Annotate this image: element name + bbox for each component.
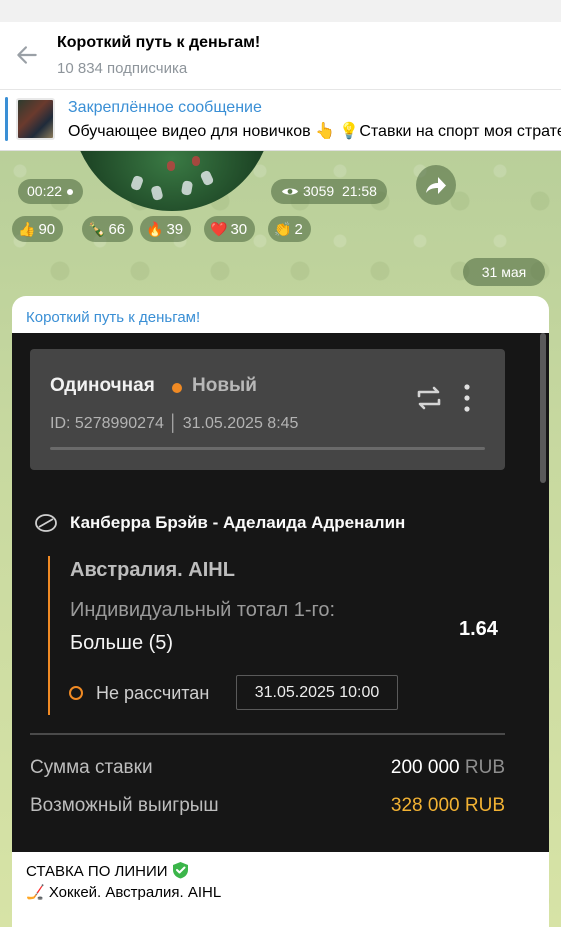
chat-area[interactable]: 00:22 3059 21:58 👍 90 🍾 66 🔥 39 ❤️ 30 👏 2 31 … bbox=[0, 151, 561, 927]
bet-outcome: Больше (5) bbox=[70, 632, 174, 654]
pinned-text: Обучающее видео для новичков 👆 💡Ставки н… bbox=[68, 123, 561, 140]
pinned-thumbnail bbox=[16, 98, 55, 140]
caption-line-2: 🏒 Хоккей. Австралия. AIHL bbox=[26, 884, 222, 901]
view-count: 3059 bbox=[303, 183, 335, 199]
hockey-puck-icon bbox=[35, 514, 57, 532]
post-author[interactable]: Короткий путь к деньгам! bbox=[26, 309, 200, 326]
reaction-heart[interactable]: ❤️ 30 bbox=[204, 216, 256, 242]
arrow-left-icon[interactable] bbox=[14, 42, 40, 68]
settle-time: 31.05.2025 10:00 bbox=[236, 675, 398, 710]
win-label: Возможный выигрыш bbox=[30, 795, 219, 816]
market-name: Индивидуальный тотал 1-го: bbox=[70, 599, 336, 621]
round-video-message[interactable] bbox=[72, 151, 272, 211]
win-amount: 328 000 RUB bbox=[390, 795, 505, 816]
window-top-strip bbox=[0, 0, 561, 22]
status-dot-icon bbox=[172, 383, 182, 393]
reaction-fire[interactable]: 🔥 39 bbox=[140, 216, 192, 242]
bet-header-card: Одиночная Новый ID: 5278990274 │ 31.05.2… bbox=[30, 349, 505, 470]
message-time: 21:58 bbox=[341, 183, 377, 199]
chat-header: Короткий путь к деньгам! 10 834 подписчи… bbox=[0, 22, 561, 90]
video-duration-badge: 00:22 bbox=[18, 179, 84, 204]
stake-label: Сумма ставки bbox=[30, 757, 153, 778]
pinned-message-bar[interactable]: Закреплённое сообщение Обучающее видео д… bbox=[0, 90, 561, 151]
bet-id: ID: 5278990274 │ 31.05.2025 8:45 bbox=[50, 415, 299, 432]
reaction-champagne[interactable]: 🍾 66 bbox=[82, 216, 134, 242]
repeat-icon bbox=[417, 386, 441, 410]
caption-text-1: СТАВКА ПО ЛИНИИ bbox=[26, 863, 168, 880]
eye-icon bbox=[282, 188, 298, 195]
channel-post[interactable]: Короткий путь к деньгам! Одиночная Новый… bbox=[12, 296, 549, 927]
reaction-thumbs-up[interactable]: 👍 90 bbox=[12, 216, 64, 242]
pinned-label: Закреплённое сообщение bbox=[68, 99, 262, 116]
stake-value: 200 000 RUB bbox=[391, 757, 505, 779]
share-button[interactable] bbox=[416, 165, 456, 205]
settle-status: Не рассчитан bbox=[96, 683, 210, 703]
screenshot-scrollbar bbox=[540, 333, 546, 483]
kebab-menu-icon bbox=[464, 384, 470, 412]
subscriber-count: 10 834 подписчика bbox=[57, 60, 188, 77]
video-duration: 00:22 bbox=[27, 183, 63, 199]
unread-dot-icon bbox=[67, 189, 74, 195]
stake-currency: RUB bbox=[464, 757, 505, 778]
views-time-badge: 3059 21:58 bbox=[271, 179, 387, 204]
stake-amount: 200 000 bbox=[390, 757, 460, 778]
caption-line-1: СТАВКА ПО ЛИНИИ bbox=[26, 861, 189, 880]
match-name: Канберра Брэйв - Аделаида Адреналин bbox=[70, 513, 406, 532]
channel-title[interactable]: Короткий путь к деньгам! bbox=[57, 34, 260, 52]
pinned-indicator bbox=[5, 97, 8, 141]
share-arrow-icon bbox=[426, 177, 446, 194]
bet-odds: 1.64 bbox=[459, 618, 498, 640]
bet-status: Новый bbox=[192, 375, 257, 396]
selection-bar bbox=[48, 556, 50, 715]
date-divider: 31 мая bbox=[463, 258, 545, 286]
divider bbox=[30, 733, 505, 735]
shield-check-icon bbox=[172, 862, 188, 879]
pending-circle-icon bbox=[69, 686, 83, 700]
reaction-clap[interactable]: 👏 2 bbox=[268, 216, 311, 242]
bet-screenshot[interactable]: Одиночная Новый ID: 5278990274 │ 31.05.2… bbox=[12, 333, 549, 852]
card-progress-line bbox=[50, 447, 485, 450]
league-name: Австралия. AIHL bbox=[70, 559, 235, 581]
bet-type: Одиночная bbox=[50, 375, 155, 396]
